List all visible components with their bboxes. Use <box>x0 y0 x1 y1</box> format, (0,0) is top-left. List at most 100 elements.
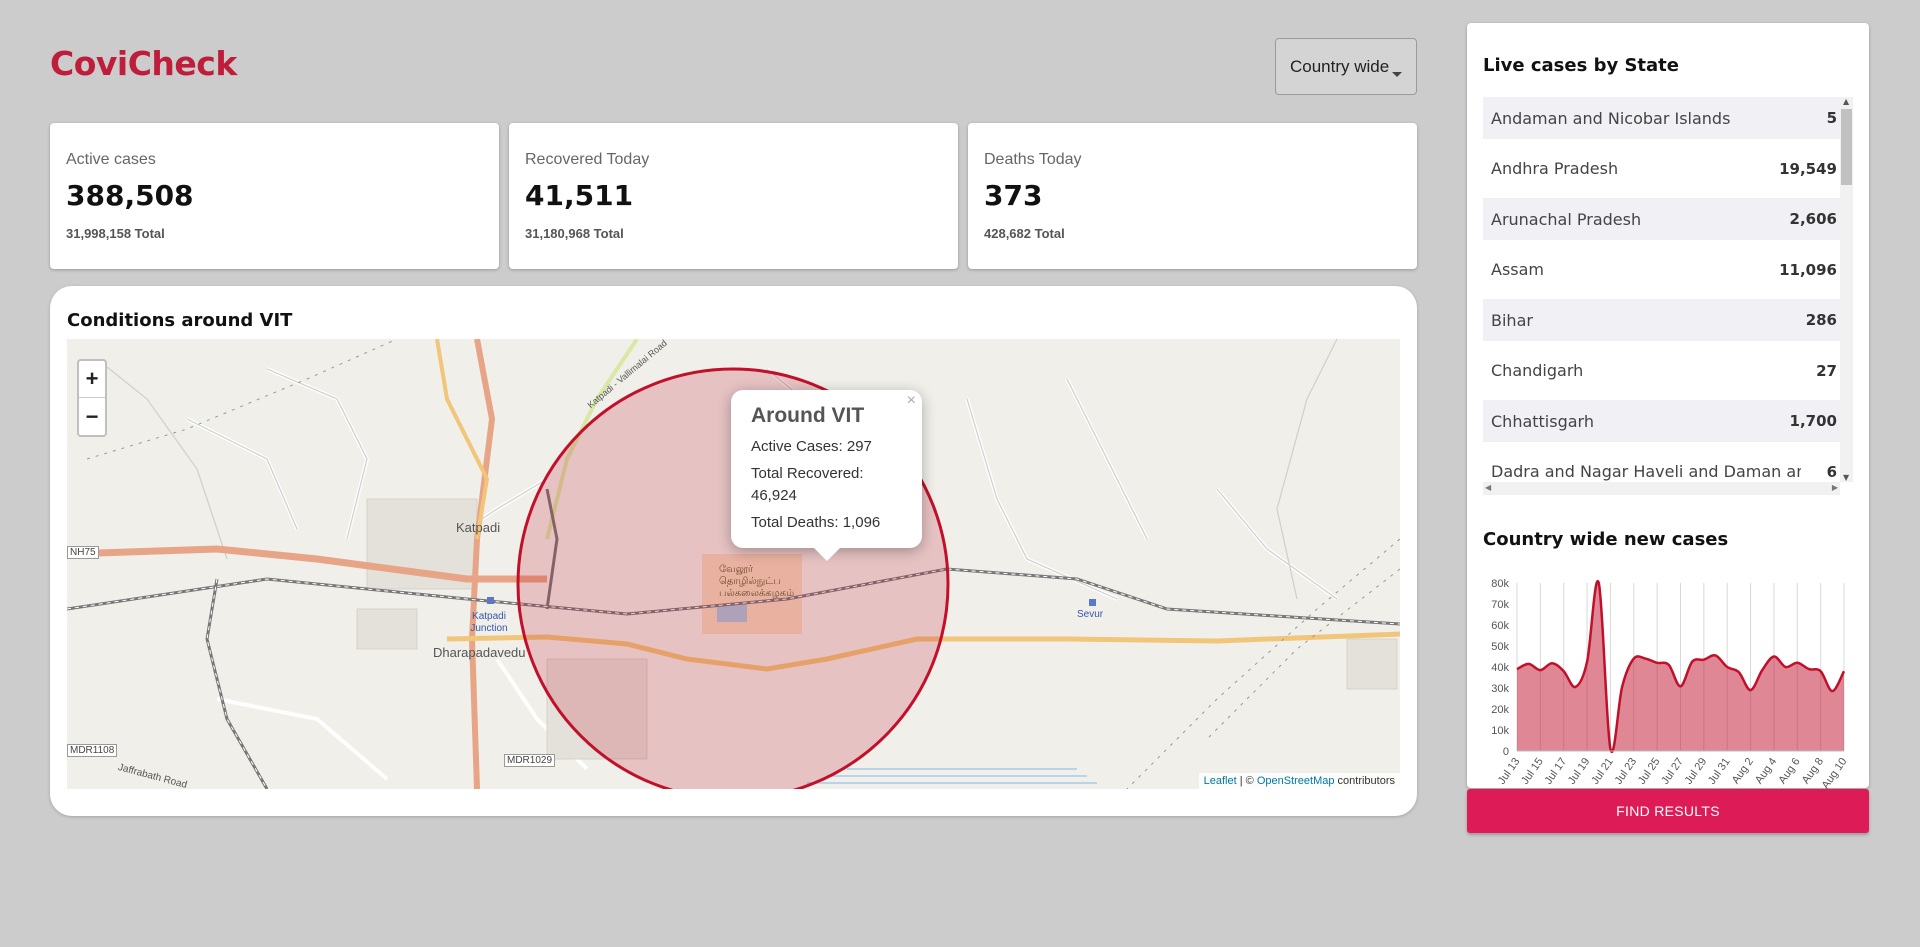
map-label-nh75: NH75 <box>67 546 99 559</box>
active-cases-card: Active cases 388,508 31,998,158 Total <box>50 123 499 269</box>
chart-ytick-label: 30k <box>1491 683 1509 695</box>
find-results-button[interactable]: FIND RESULTS <box>1467 789 1869 833</box>
chart-ytick-label: 10k <box>1491 725 1509 737</box>
zoom-in-button[interactable]: + <box>79 361 105 398</box>
chart-xtick-label: Jul 27 <box>1659 756 1686 787</box>
attribution-suffix: contributors <box>1334 775 1395 787</box>
state-value: 11,096 <box>1779 260 1837 279</box>
map-card: Conditions around VIT Katpadi Dharapadav… <box>50 286 1417 816</box>
map-label-katpadi: Katpadi <box>456 520 501 535</box>
stat-value: 373 <box>984 179 1043 212</box>
scroll-down-icon[interactable]: ▼ <box>1843 473 1849 482</box>
map-label-campus: வேலூர் தொழில்நுட்ப பல்கலைக்கழகம் <box>719 564 795 599</box>
chart-ytick-label: 70k <box>1491 599 1509 611</box>
zoom-control: + − <box>77 359 107 437</box>
stat-value: 41,511 <box>525 179 634 212</box>
state-row[interactable]: Andaman and Nicobar Islands 5 <box>1483 97 1845 139</box>
state-name: Andaman and Nicobar Islands <box>1491 108 1731 128</box>
state-name: Arunachal Pradesh <box>1491 209 1642 229</box>
state-value: 5 <box>1826 109 1837 127</box>
chart-xtick-label: Aug 4 <box>1753 756 1779 786</box>
new-cases-chart: 010k20k30k40k50k60k70k80kJul 13Jul 15Jul… <box>1491 578 1850 791</box>
map-view[interactable]: Katpadi Dharapadavedu Katpadi Junction S… <box>67 339 1400 789</box>
recovered-today-card: Recovered Today 41,511 31,180,968 Total <box>509 123 958 269</box>
chart-xtick-label: Aug 6 <box>1776 756 1802 786</box>
state-row[interactable]: Arunachal Pradesh 2,606 <box>1483 198 1845 240</box>
stat-label: Active cases <box>66 151 156 168</box>
deaths-today-card: Deaths Today 373 428,682 Total <box>968 123 1417 269</box>
state-name: Bihar <box>1491 310 1533 330</box>
map-label-mdr1029: MDR1029 <box>504 754 556 767</box>
map-label-mdr1108: MDR1108 <box>67 744 118 757</box>
chart-xtick-label: Jul 25 <box>1636 756 1663 787</box>
chart-xtick-label: Jul 23 <box>1613 756 1640 787</box>
stat-label: Recovered Today <box>525 151 650 168</box>
stat-total: 31,998,158 Total <box>66 226 165 241</box>
zoom-out-button[interactable]: − <box>79 398 105 435</box>
stat-total: 31,180,968 Total <box>525 226 624 241</box>
region-select-value: Country wide <box>1290 56 1390 76</box>
map-title: Conditions around VIT <box>67 310 293 331</box>
osm-link[interactable]: OpenStreetMap <box>1257 775 1335 787</box>
chart-xtick-label: Aug 10 <box>1820 756 1850 791</box>
state-name: Dadra and Nagar Haveli and Daman and Diu <box>1491 462 1801 481</box>
state-name: Assam <box>1491 260 1545 279</box>
chart-xtick-label: Jul 19 <box>1566 756 1593 787</box>
map-popup: × Around VIT Active Cases: 297 Total Rec… <box>731 390 922 561</box>
popup-tip <box>813 547 841 561</box>
chart-ytick-label: 40k <box>1491 662 1509 674</box>
chevron-down-icon <box>1392 72 1402 77</box>
popup-title: Around VIT <box>751 404 865 427</box>
state-name: Chandigarh <box>1491 361 1584 380</box>
states-title: Live cases by State <box>1483 55 1679 76</box>
map-label-katpadi-junction: Katpadi Junction <box>470 611 508 634</box>
map-label-sevur: Sevur <box>1077 609 1104 620</box>
side-panel: Live cases by State Andaman and Nicobar … <box>1467 23 1869 791</box>
state-row[interactable]: Andhra Pradesh 19,549 <box>1483 148 1845 190</box>
stat-total: 428,682 Total <box>984 226 1065 241</box>
chart-ytick-label: 20k <box>1491 704 1509 716</box>
chart-xtick-label: Jul 29 <box>1683 756 1710 787</box>
chart-xtick-label: Jul 15 <box>1519 756 1546 787</box>
close-icon[interactable]: × <box>907 392 916 410</box>
state-name: Chhattisgarh <box>1491 411 1594 431</box>
map-label-dharapadavedu: Dharapadavedu <box>433 645 526 660</box>
chart-ytick-label: 0 <box>1503 746 1509 758</box>
state-value: 6 <box>1826 462 1837 481</box>
leaflet-link[interactable]: Leaflet <box>1204 775 1237 787</box>
state-value: 1,700 <box>1789 412 1837 430</box>
new-cases-title: Country wide new cases <box>1483 529 1729 550</box>
chart-ytick-label: 80k <box>1491 578 1509 590</box>
attribution-sep: | © <box>1236 775 1257 787</box>
state-row[interactable]: Chandigarh 27 <box>1483 350 1845 392</box>
state-value: 2,606 <box>1789 210 1837 228</box>
chart-ytick-label: 60k <box>1491 620 1509 632</box>
chart-xtick-label: Jul 21 <box>1589 756 1616 787</box>
state-value: 27 <box>1816 361 1837 380</box>
state-list-scrollbar[interactable]: ▲ ▼ <box>1840 97 1853 482</box>
chart-xtick-label: Jul 17 <box>1543 756 1570 787</box>
chart-xtick-label: Aug 2 <box>1730 756 1756 786</box>
stat-value: 388,508 <box>66 179 194 212</box>
map-attribution: Leaflet | © OpenStreetMap contributors <box>1198 773 1400 789</box>
state-value: 19,549 <box>1779 159 1837 178</box>
state-list[interactable]: Andaman and Nicobar Islands 5 Andhra Prad… <box>1483 97 1845 492</box>
state-list-hscrollbar[interactable]: ◀ ▶ <box>1483 482 1840 495</box>
scrollbar-thumb[interactable] <box>1841 109 1852 185</box>
scroll-right-icon[interactable]: ▶ <box>1832 483 1838 492</box>
chart-xtick-label: Jul 31 <box>1706 756 1733 787</box>
scroll-left-icon[interactable]: ◀ <box>1485 483 1491 492</box>
state-row[interactable]: Chhattisgarh 1,700 <box>1483 400 1845 442</box>
app-title: CoviCheck <box>50 44 237 83</box>
popup-deaths: Total Deaths: 1,096 <box>751 514 881 531</box>
region-select[interactable]: Country wide <box>1275 38 1417 95</box>
popup-active: Active Cases: 297 <box>751 438 872 455</box>
state-row[interactable]: Assam 11,096 <box>1483 249 1845 291</box>
chart-xtick-label: Jul 13 <box>1496 756 1523 787</box>
chart-ytick-label: 50k <box>1491 641 1509 653</box>
popup-recovered: Total Recovered: 46,924 <box>751 465 864 504</box>
scroll-up-icon[interactable]: ▲ <box>1843 97 1849 106</box>
stat-label: Deaths Today <box>984 151 1082 168</box>
state-value: 286 <box>1805 311 1837 329</box>
state-row[interactable]: Bihar 286 <box>1483 299 1845 341</box>
